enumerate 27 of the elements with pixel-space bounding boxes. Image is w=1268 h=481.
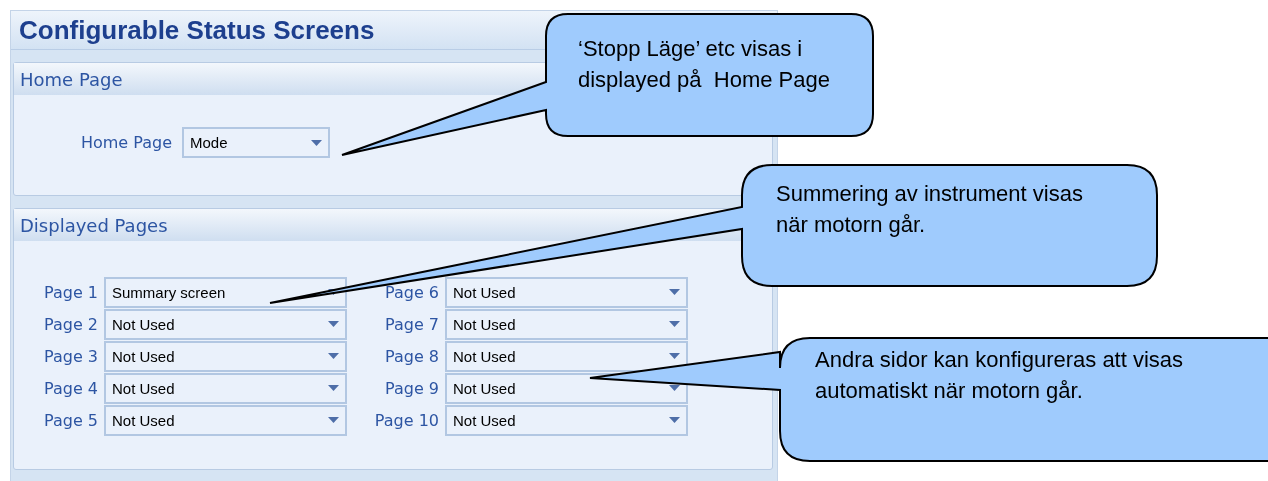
field-label: Page 5 [43,410,98,430]
callout-text: ‘Stopp Läge’ etc visas i displayed på Home Page [578,35,831,94]
field-label: Page 9 [384,378,439,398]
field-label: Page 1 [43,282,98,302]
dropdown[interactable]: Not Used [104,404,347,436]
field-label: Page 3 [43,346,98,366]
field-label: Page 4 [43,378,98,398]
group-title: Home Page [20,68,123,90]
callout-text: Summering av instrument visas när motorn går. [776,180,1084,239]
dropdown[interactable]: Not Used [445,404,688,436]
field-label: Page 7 [384,314,439,334]
dropdown[interactable]: Not Used [104,372,347,404]
dropdown[interactable]: Not Used [104,340,347,372]
field-label: Page 6 [384,282,439,302]
dropdown[interactable]: Mode [182,127,330,158]
field-label: Page 2 [43,314,98,334]
dropdown[interactable]: Not Used [445,308,688,340]
dropdown[interactable]: Not Used [104,308,347,340]
dropdown[interactable]: Summary screen [104,276,347,308]
dropdown[interactable]: Not Used [445,340,688,372]
dropdown[interactable]: Not Used [445,276,688,308]
callout-text: Andra sidor kan konfigureras att visas automatiskt när motorn går. [815,346,1185,405]
field-label: Page 8 [384,346,439,366]
group-title: Displayed Pages [20,214,168,236]
window-title: Configurable Status Screens [19,14,375,46]
field-label: Home Page [79,133,172,152]
field-label: Page 10 [373,410,439,430]
